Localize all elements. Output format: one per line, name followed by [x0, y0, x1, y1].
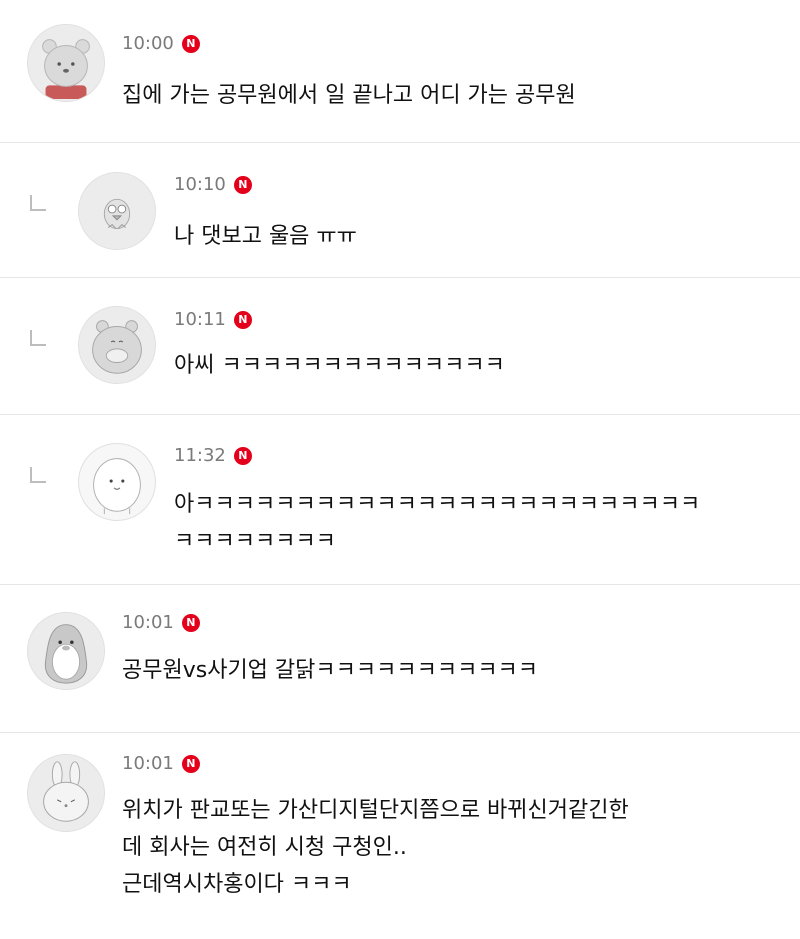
divider	[0, 277, 800, 278]
time-text: 10:01	[122, 612, 174, 633]
reply-arrow-icon	[30, 330, 46, 346]
avatar[interactable]	[27, 754, 105, 832]
comment-time: 10:11 N	[174, 309, 252, 330]
bear-avatar-icon	[28, 25, 104, 101]
new-badge: N	[233, 311, 252, 329]
new-badge: N	[233, 447, 252, 465]
hamster-avatar-icon	[79, 307, 155, 383]
new-badge: N	[181, 35, 200, 53]
avatar[interactable]	[78, 306, 156, 384]
penguin-avatar-icon	[28, 613, 104, 689]
comment-text: 위치가 판교또는 가산디지털단지쯤으로 바뀌신거같긴한 데 회사는 여전히 시청…	[122, 798, 629, 897]
avatar[interactable]	[27, 612, 105, 690]
comment-text: 나 댓보고 울음 ㅠㅠ	[174, 224, 357, 249]
divider	[0, 414, 800, 415]
divider	[0, 584, 800, 585]
comment-time: 10:01 N	[122, 753, 200, 774]
comment-time: 10:01 N	[122, 612, 200, 633]
comment-time: 10:10 N	[174, 174, 252, 195]
reply-arrow-icon	[30, 467, 46, 483]
avatar[interactable]	[78, 443, 156, 521]
comment-text: 공무원vs사기업 갈닭ㅋㅋㅋㅋㅋㅋㅋㅋㅋㅋㅋ	[122, 658, 539, 683]
time-text: 10:00	[122, 33, 174, 54]
bird-avatar-icon	[79, 173, 155, 249]
new-badge: N	[181, 755, 200, 773]
comment-time: 11:32 N	[174, 445, 252, 466]
divider	[0, 142, 800, 143]
rabbit-avatar-icon	[28, 755, 104, 831]
new-badge: N	[181, 614, 200, 632]
time-text: 10:01	[122, 753, 174, 774]
avatar[interactable]	[27, 24, 105, 102]
comment-text: 아씨 ㅋㅋㅋㅋㅋㅋㅋㅋㅋㅋㅋㅋㅋㅋ	[174, 353, 505, 378]
blob-avatar-icon	[79, 444, 155, 520]
divider	[0, 732, 800, 733]
time-text: 10:11	[174, 309, 226, 330]
time-text: 11:32	[174, 445, 226, 466]
comment-time: 10:00 N	[122, 33, 200, 54]
comment-text: 집에 가는 공무원에서 일 끝나고 어디 가는 공무원	[122, 83, 576, 108]
comment-text: 아ㅋㅋㅋㅋㅋㅋㅋㅋㅋㅋㅋㅋㅋㅋㅋㅋㅋㅋㅋㅋㅋㅋㅋㅋㅋ ㅋㅋㅋㅋㅋㅋㅋㅋ	[174, 492, 701, 554]
new-badge: N	[233, 176, 252, 194]
time-text: 10:10	[174, 174, 226, 195]
avatar[interactable]	[78, 172, 156, 250]
reply-arrow-icon	[30, 195, 46, 211]
